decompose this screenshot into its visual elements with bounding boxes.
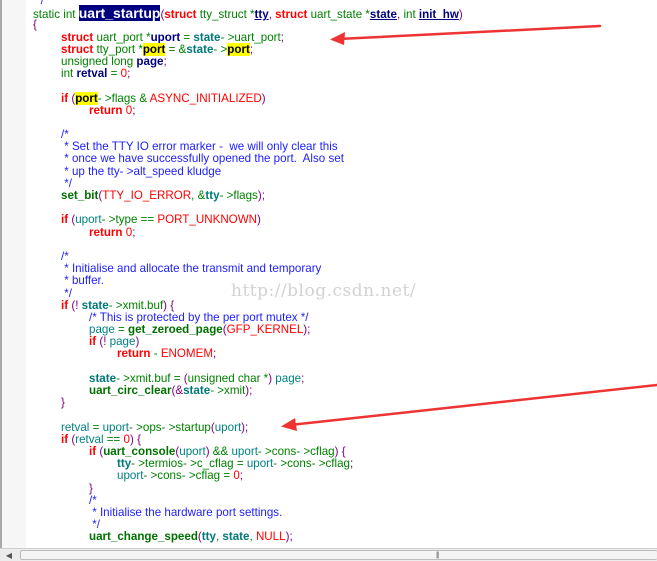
scrollbar-thumb[interactable]: |||: [20, 550, 657, 560]
left-arrow-icon: ◀: [5, 550, 13, 560]
horizontal-scrollbar[interactable]: ◀ |||: [0, 548, 657, 561]
grip-icon: |||: [436, 552, 440, 559]
arrow-startup: [281, 383, 657, 431]
scroll-left-button[interactable]: ◀: [0, 549, 18, 561]
annotation-arrows: [281, 24, 657, 431]
arrow-uart-port: [330, 24, 602, 45]
